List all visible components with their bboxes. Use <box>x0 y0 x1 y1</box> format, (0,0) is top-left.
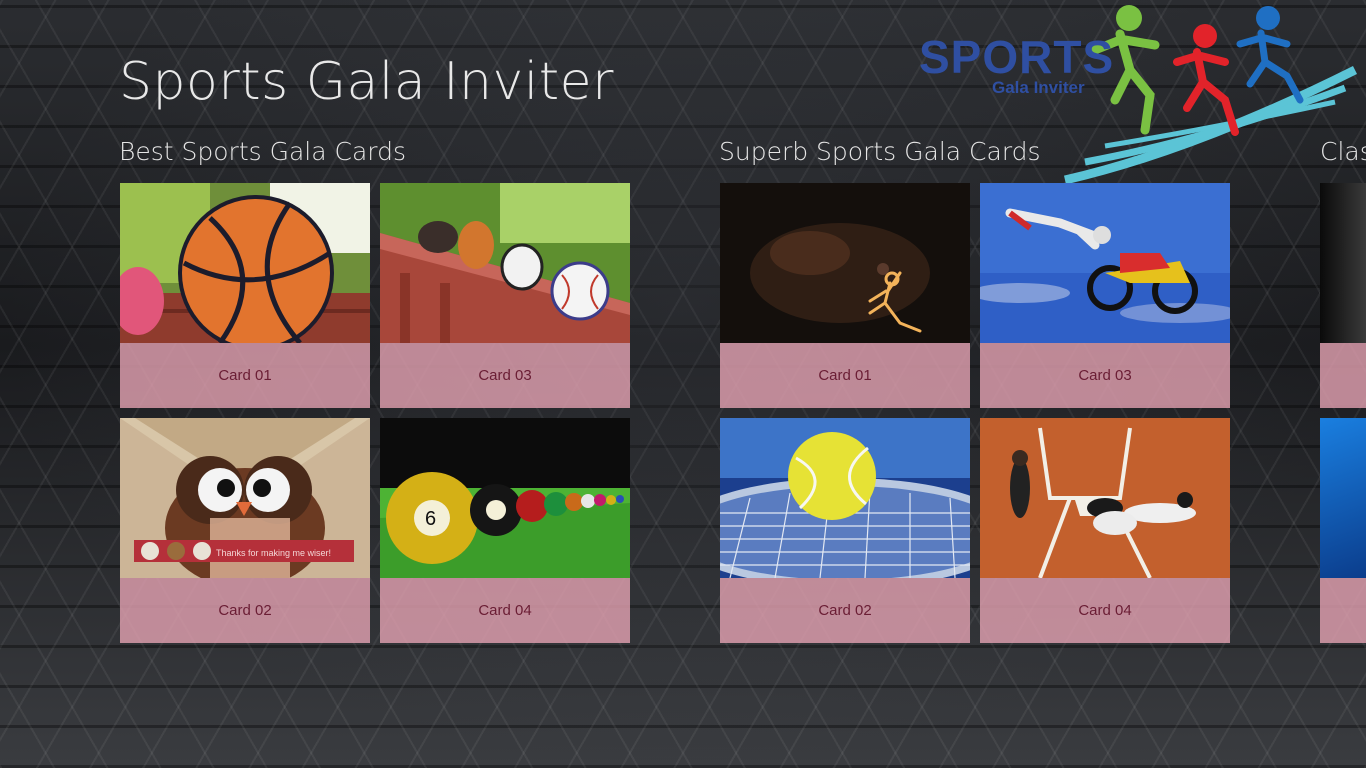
group-title-best[interactable]: Best Sports Gala Cards <box>119 137 406 166</box>
card-label: Card 02 <box>120 578 370 643</box>
card-tile[interactable]: Card 04 <box>980 418 1230 643</box>
svg-text:6: 6 <box>425 508 436 530</box>
card-tile[interactable]: Card 02 <box>720 418 970 643</box>
card-label: Card 01 <box>120 343 370 408</box>
card-tile[interactable]: Card 01 <box>720 183 970 408</box>
card-tile[interactable]: 6 Card 04 <box>380 418 630 643</box>
logo-sub-text: Gala Inviter <box>992 78 1085 97</box>
owl-card-text: Thanks for making me wiser! <box>216 548 331 558</box>
card-tile[interactable]: Card 03 <box>980 183 1230 408</box>
card-tile-partial[interactable] <box>1320 183 1366 408</box>
card-label: Card 03 <box>980 343 1230 408</box>
card-tile-partial[interactable] <box>1320 418 1366 643</box>
group-title-superb[interactable]: Superb Sports Gala Cards <box>719 137 1041 166</box>
sports-balls-railing-image <box>380 183 630 343</box>
group-title-classic-partial[interactable]: Clas <box>1320 137 1366 166</box>
card-tile[interactable]: Card 03 <box>380 183 630 408</box>
glowing-player-image <box>720 183 970 343</box>
partial-card-image <box>1320 418 1366 578</box>
tennis-ball-racket-image <box>720 418 970 578</box>
owl-card-image: Thanks for making me wiser! <box>120 418 370 578</box>
card-label: Card 01 <box>720 343 970 408</box>
basketball-card-image <box>120 183 370 343</box>
logo-main-text: SPORTS <box>919 31 1115 83</box>
motocross-jump-image <box>980 183 1230 343</box>
billiard-balls-image: 6 <box>380 418 630 578</box>
card-label: Card 03 <box>380 343 630 408</box>
baseball-slide-image <box>980 418 1230 578</box>
card-tile[interactable]: Card 01 <box>120 183 370 408</box>
partial-card-image <box>1320 183 1366 343</box>
card-tile[interactable]: Thanks for making me wiser! Card 02 <box>120 418 370 643</box>
partial-card-caption <box>1320 578 1366 643</box>
app-title: Sports Gala Inviter <box>119 52 614 112</box>
partial-card-caption <box>1320 343 1366 408</box>
card-label: Card 04 <box>380 578 630 643</box>
card-label: Card 04 <box>980 578 1230 643</box>
card-label: Card 02 <box>720 578 970 643</box>
